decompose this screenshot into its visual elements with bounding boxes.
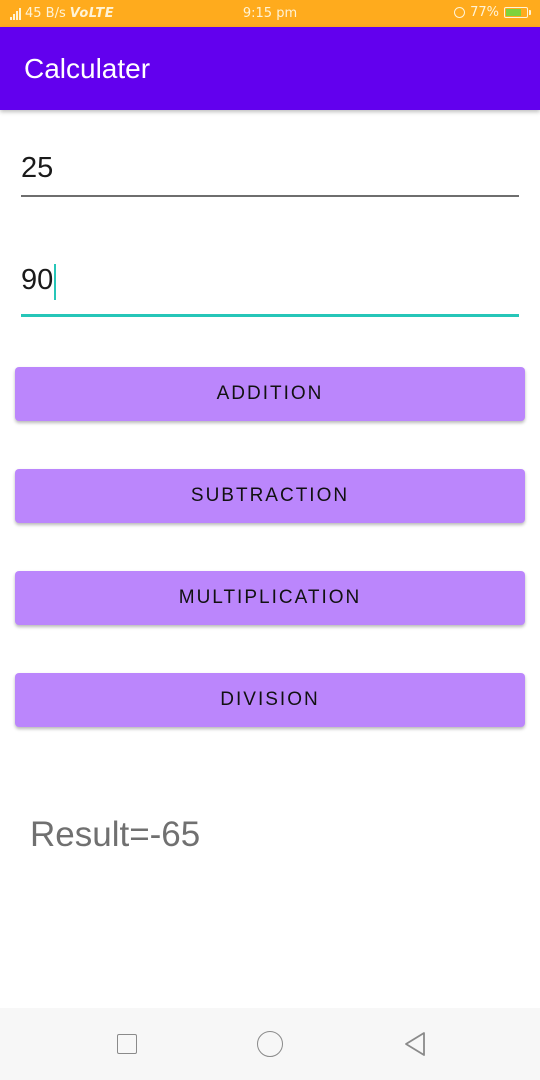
addition-button[interactable]: ADDITION xyxy=(15,367,525,421)
recent-apps-icon[interactable] xyxy=(117,1034,137,1054)
text-cursor xyxy=(54,264,56,300)
status-right: 77% xyxy=(454,5,531,20)
second-number-input[interactable] xyxy=(21,262,519,298)
multiplication-button[interactable]: MULTIPLICATION xyxy=(15,571,525,625)
back-icon[interactable] xyxy=(403,1031,427,1057)
first-number-input[interactable] xyxy=(21,150,519,186)
subtraction-button[interactable]: SUBTRACTION xyxy=(15,469,525,523)
status-bar: 45 B/s VoLTE 9:15 pm 77% xyxy=(0,0,540,27)
home-icon[interactable] xyxy=(257,1031,283,1057)
result-text: Result=-65 xyxy=(30,815,201,854)
navigation-bar xyxy=(0,1008,540,1080)
battery-charging-icon xyxy=(504,7,531,18)
alarm-icon xyxy=(454,7,466,18)
first-number-field[interactable] xyxy=(21,150,519,197)
first-number-underline xyxy=(21,195,519,197)
second-number-field[interactable] xyxy=(21,262,519,317)
app-title: Calculater xyxy=(24,53,151,84)
division-button[interactable]: DIVISION xyxy=(15,673,525,727)
app-bar: Calculater xyxy=(0,27,540,110)
second-number-underline xyxy=(21,314,519,317)
battery-percent: 77% xyxy=(470,5,499,20)
battery-fill xyxy=(506,9,522,16)
